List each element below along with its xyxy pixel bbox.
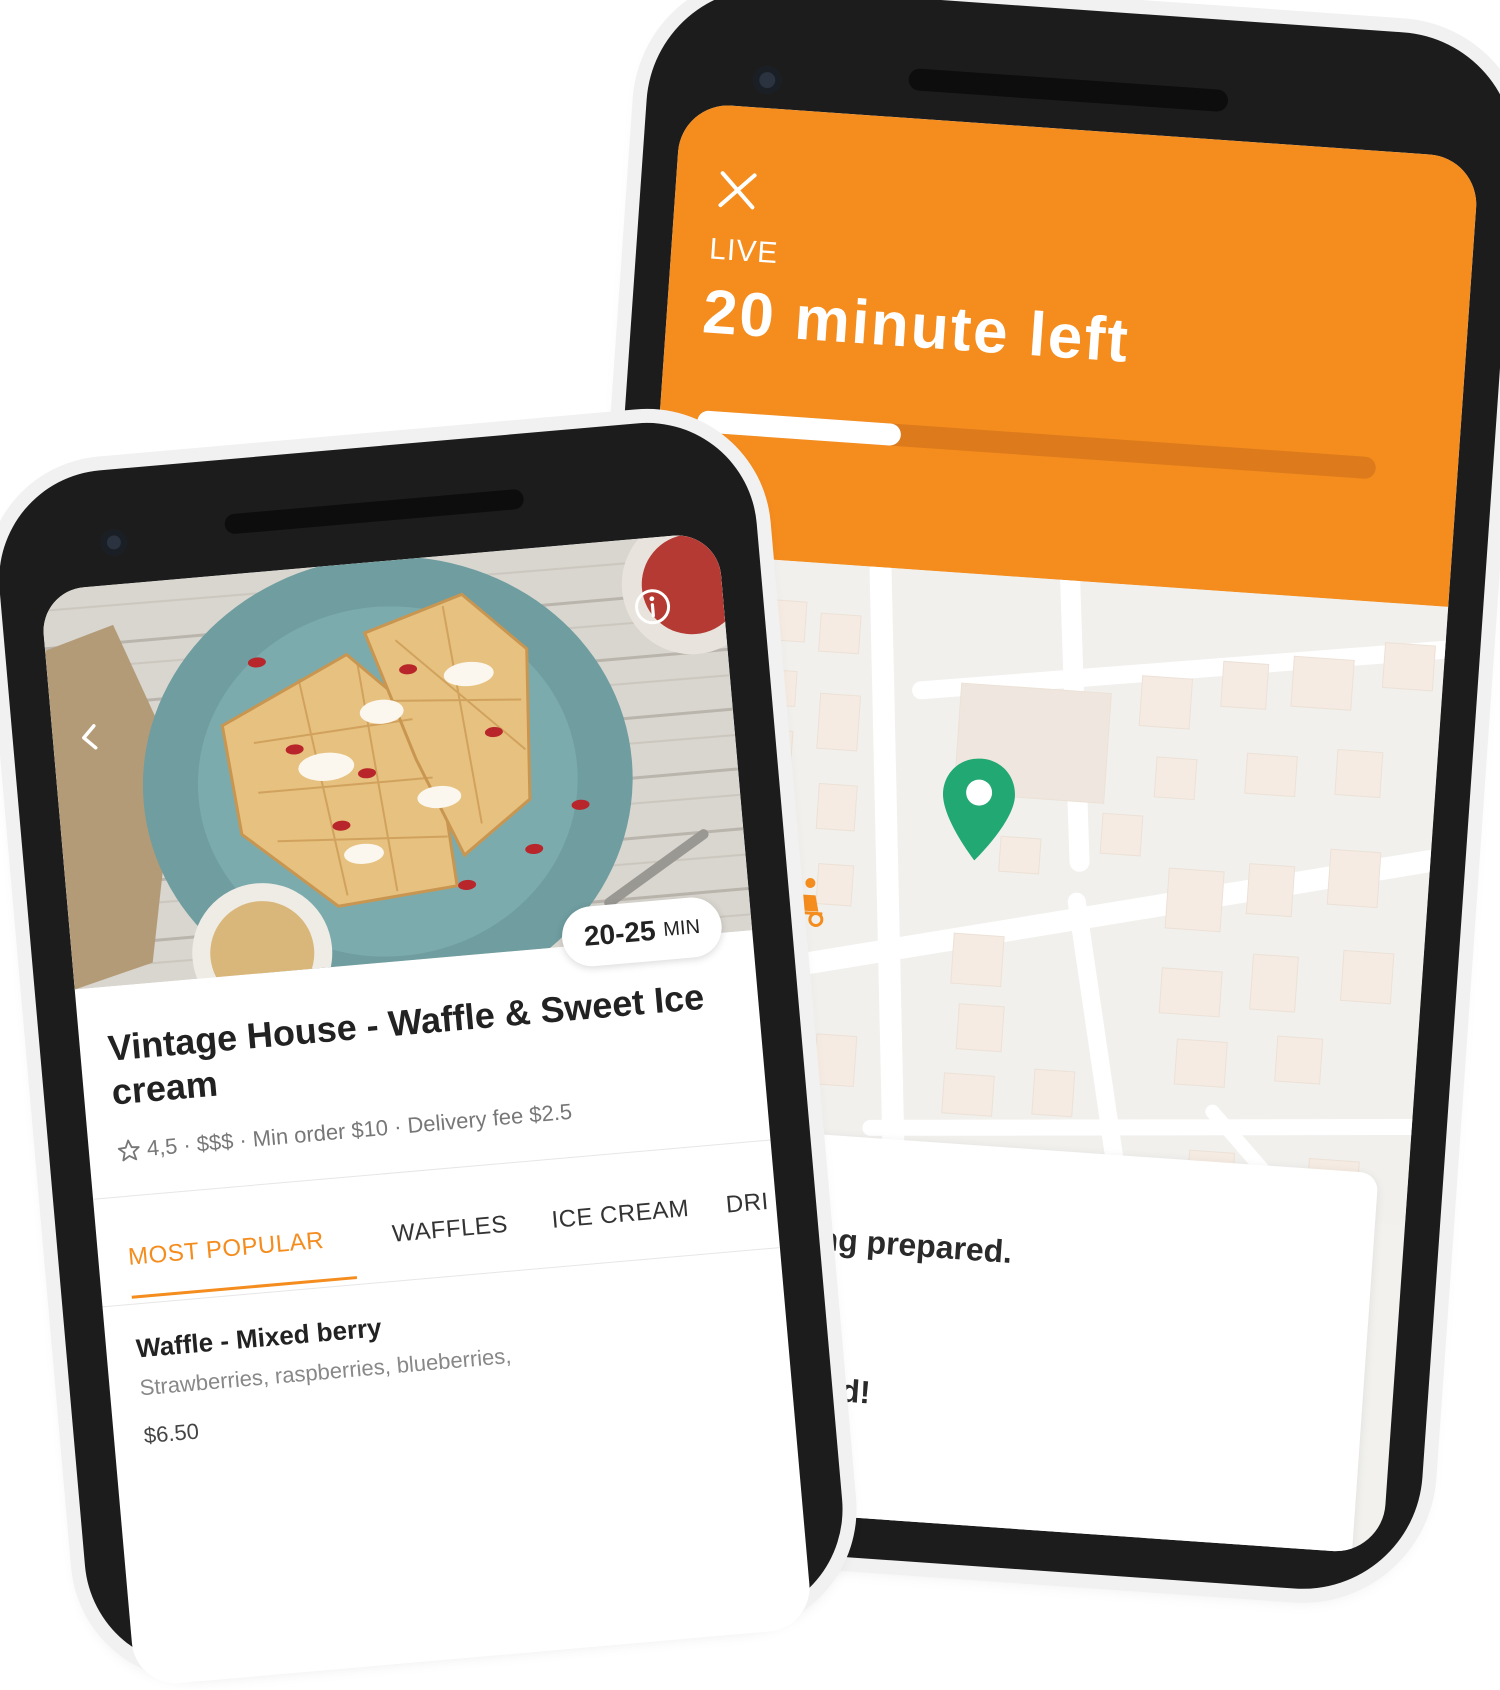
live-label: LIVE <box>708 232 780 271</box>
star-icon <box>117 1139 140 1162</box>
restaurant-details: · $$$ · Min order $10 · Delivery fee $2.… <box>182 1098 573 1158</box>
menu-item-price: $6.50 <box>142 1418 200 1449</box>
restaurant-name: Vintage House - Waffle & Sweet Ice cream <box>106 975 706 1113</box>
menu-tabs: MOST POPULAR WAFFLES ICE CREAM DRI <box>95 1159 780 1308</box>
tracking-header: LIVE 20 minute left <box>650 102 1480 607</box>
eta-unit: MIN <box>662 915 701 941</box>
tab-most-popular[interactable]: MOST POPULAR <box>127 1227 325 1272</box>
restaurant-phone: 20-25 MIN Vintage House - Waffle & Sweet… <box>0 413 852 1687</box>
eta-badge: 20-25 MIN <box>559 895 725 969</box>
time-left-title: 20 minute left <box>700 277 1132 376</box>
back-chevron-icon[interactable] <box>74 721 107 754</box>
location-pin-icon[interactable] <box>934 752 1021 867</box>
restaurant-screen: 20-25 MIN Vintage House - Waffle & Sweet… <box>39 531 814 1687</box>
tab-waffles[interactable]: WAFFLES <box>391 1211 509 1249</box>
restaurant-meta: 4,5 · $$$ · Min order $10 · Delivery fee… <box>116 1099 573 1165</box>
info-icon[interactable] <box>632 586 673 627</box>
tab-drinks[interactable]: DRI <box>725 1188 770 1220</box>
eta-value: 20-25 <box>582 914 657 952</box>
rating-value: 4,5 <box>145 1133 179 1161</box>
close-icon[interactable] <box>714 167 761 214</box>
delivery-progress-bar <box>696 410 1377 480</box>
tab-ice-cream[interactable]: ICE CREAM <box>550 1195 690 1235</box>
